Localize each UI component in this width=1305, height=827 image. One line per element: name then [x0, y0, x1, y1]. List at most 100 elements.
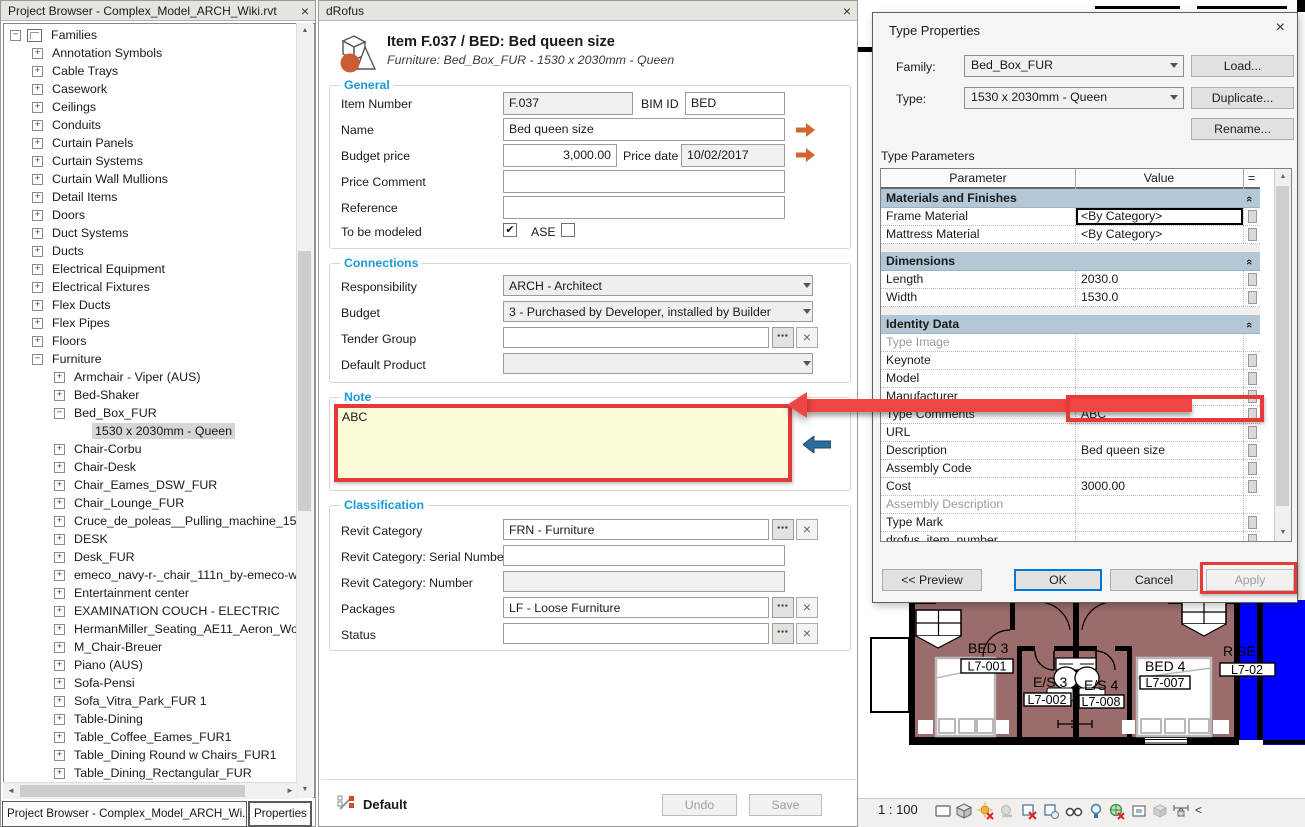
tree-item[interactable]: +Piano (AUS)	[4, 656, 297, 674]
ase-checkbox[interactable]	[561, 223, 575, 237]
equalize-button[interactable]	[1248, 210, 1257, 223]
status-field[interactable]	[503, 623, 769, 644]
expand-icon[interactable]: +	[54, 642, 65, 653]
tree-item[interactable]: +Table-Dining	[4, 710, 297, 728]
column-header-equalize[interactable]: =	[1243, 169, 1260, 189]
tree-item[interactable]: +Casework	[4, 80, 297, 98]
tree-item[interactable]: +Curtain Systems	[4, 152, 297, 170]
parameter-value[interactable]: 2030.0	[1075, 271, 1243, 288]
tree-item[interactable]: +Chair-Corbu	[4, 440, 297, 458]
tab-project-browser[interactable]: Project Browser - Complex_Model_ARCH_Wi.…	[2, 801, 247, 827]
project-browser-titlebar[interactable]: Project Browser - Complex_Model_ARCH_Wik…	[1, 1, 315, 21]
expand-icon[interactable]: +	[32, 174, 43, 185]
expand-icon[interactable]: +	[54, 624, 65, 635]
collapse-icon[interactable]: −	[54, 408, 65, 419]
clear-icon[interactable]: ×	[796, 327, 818, 348]
expand-icon[interactable]: +	[32, 336, 43, 347]
scrollbar-thumb[interactable]	[20, 785, 245, 797]
parameter-value[interactable]: 1530.0	[1075, 289, 1243, 306]
budget-dropdown[interactable]: 3 - Purchased by Developer, installed by…	[503, 301, 813, 322]
scroll-down-icon[interactable]: ▼	[297, 782, 313, 798]
displaced-elements-icon[interactable]	[1151, 802, 1169, 820]
load-button[interactable]: Load...	[1191, 55, 1294, 77]
budget-price-field[interactable]: 3,000.00	[503, 144, 617, 167]
expand-icon[interactable]: +	[54, 660, 65, 671]
expand-icon[interactable]: +	[54, 480, 65, 491]
expand-icon[interactable]: +	[32, 246, 43, 257]
parameter-row[interactable]: Assembly Code	[881, 460, 1260, 478]
expand-icon[interactable]: +	[32, 282, 43, 293]
collapse-icon[interactable]: −	[32, 354, 43, 365]
parameter-row[interactable]: Type Mark	[881, 514, 1260, 532]
tree-item[interactable]: +Detail Items	[4, 188, 297, 206]
tree-item[interactable]: +Cable Trays	[4, 62, 297, 80]
parameter-value[interactable]	[1075, 370, 1243, 387]
drofus-titlebar[interactable]: dRofus ×	[319, 1, 857, 21]
equalize-button[interactable]	[1248, 480, 1257, 493]
worksharing-display-icon[interactable]	[1108, 802, 1126, 820]
tree-item[interactable]: +Chair_Lounge_FUR	[4, 494, 297, 512]
tree-item[interactable]: −Bed_Box_FUR	[4, 404, 297, 422]
equalize-button[interactable]	[1248, 228, 1257, 241]
sync-arrow-icon[interactable]	[796, 148, 815, 162]
equalize-button[interactable]	[1248, 534, 1257, 542]
scroll-right-icon[interactable]: ►	[282, 783, 298, 799]
close-icon[interactable]: ×	[1276, 19, 1285, 37]
collapse-icon[interactable]: −	[10, 30, 21, 41]
tree-item[interactable]: +Chair_Eames_DSW_FUR	[4, 476, 297, 494]
parameter-row[interactable]: Model	[881, 370, 1260, 388]
family-combobox[interactable]: Bed_Box_FUR	[964, 55, 1184, 77]
expand-icon[interactable]: +	[54, 462, 65, 473]
expand-icon[interactable]: +	[54, 534, 65, 545]
expand-icon[interactable]: +	[54, 552, 65, 563]
scrollbar-thumb[interactable]	[298, 251, 311, 511]
parameter-group-header[interactable]: Dimensions«	[881, 252, 1260, 271]
browse-button[interactable]: ▪▪▪	[772, 519, 794, 540]
parameter-value[interactable]: Bed queen size	[1075, 442, 1243, 459]
expand-icon[interactable]: +	[32, 120, 43, 131]
browse-button[interactable]: ▪▪▪	[772, 623, 794, 644]
tree-item[interactable]: +Doors	[4, 206, 297, 224]
price-date-field[interactable]: 10/02/2017	[681, 144, 785, 167]
tree-item[interactable]: +Desk_FUR	[4, 548, 297, 566]
expand-icon[interactable]: +	[54, 570, 65, 581]
parameter-row[interactable]: Mattress Material<By Category>	[881, 226, 1260, 244]
parameter-row[interactable]: Frame Material<By Category>	[881, 208, 1260, 226]
ok-button[interactable]: OK	[1014, 569, 1102, 591]
tree-item[interactable]: +Flex Ducts	[4, 296, 297, 314]
equalize-button[interactable]	[1248, 291, 1257, 304]
tree-item[interactable]: −Furniture	[4, 350, 297, 368]
reference-field[interactable]	[503, 196, 785, 219]
expand-icon[interactable]: +	[32, 300, 43, 311]
browse-button[interactable]: ▪▪▪	[772, 597, 794, 618]
expand-icon[interactable]: +	[32, 210, 43, 221]
parameter-value[interactable]: <By Category>	[1075, 208, 1243, 225]
tree-item[interactable]: +Table_Dining Round w Chairs_FUR1	[4, 746, 297, 764]
tree-item[interactable]: +Flex Pipes	[4, 314, 297, 332]
expand-icon[interactable]: +	[54, 696, 65, 707]
expand-icon[interactable]: +	[32, 138, 43, 149]
tree-item[interactable]: +Sofa_Vitra_Park_FUR 1	[4, 692, 297, 710]
expand-icon[interactable]: +	[54, 390, 65, 401]
equalize-button[interactable]	[1248, 444, 1257, 457]
tree-item[interactable]: +Bed-Shaker	[4, 386, 297, 404]
parameter-value[interactable]: 3000.00	[1075, 478, 1243, 495]
parameter-value[interactable]	[1075, 532, 1243, 542]
tree-item[interactable]: +EXAMINATION COUCH - ELECTRIC	[4, 602, 297, 620]
save-button[interactable]: Save	[749, 794, 822, 816]
tree-item[interactable]: +HermanMiller_Seating_AE11_Aeron_Work	[4, 620, 297, 638]
expand-icon[interactable]: +	[54, 714, 65, 725]
tree-item[interactable]: 1530 x 2030mm - Queen	[4, 422, 297, 440]
tree-item[interactable]: +Curtain Panels	[4, 134, 297, 152]
tab-properties[interactable]: Properties	[248, 801, 312, 827]
packages-field[interactable]: LF - Loose Furniture	[503, 597, 769, 618]
tree-item[interactable]: +DESK	[4, 530, 297, 548]
sun-path-icon[interactable]	[977, 802, 995, 820]
clear-icon[interactable]: ×	[796, 519, 818, 540]
visual-style-icon[interactable]	[955, 802, 973, 820]
tree-item[interactable]: +Sofa-Pensi	[4, 674, 297, 692]
scrollbar-thumb[interactable]	[1276, 186, 1289, 506]
scroll-up-icon[interactable]: ▲	[297, 23, 313, 39]
floor-plan-view[interactable]: BED 3 L7-001 E/S 3 L7-002 E/S 4 L7-008 B…	[868, 600, 1305, 800]
scroll-up-icon[interactable]: ▲	[1275, 169, 1291, 185]
